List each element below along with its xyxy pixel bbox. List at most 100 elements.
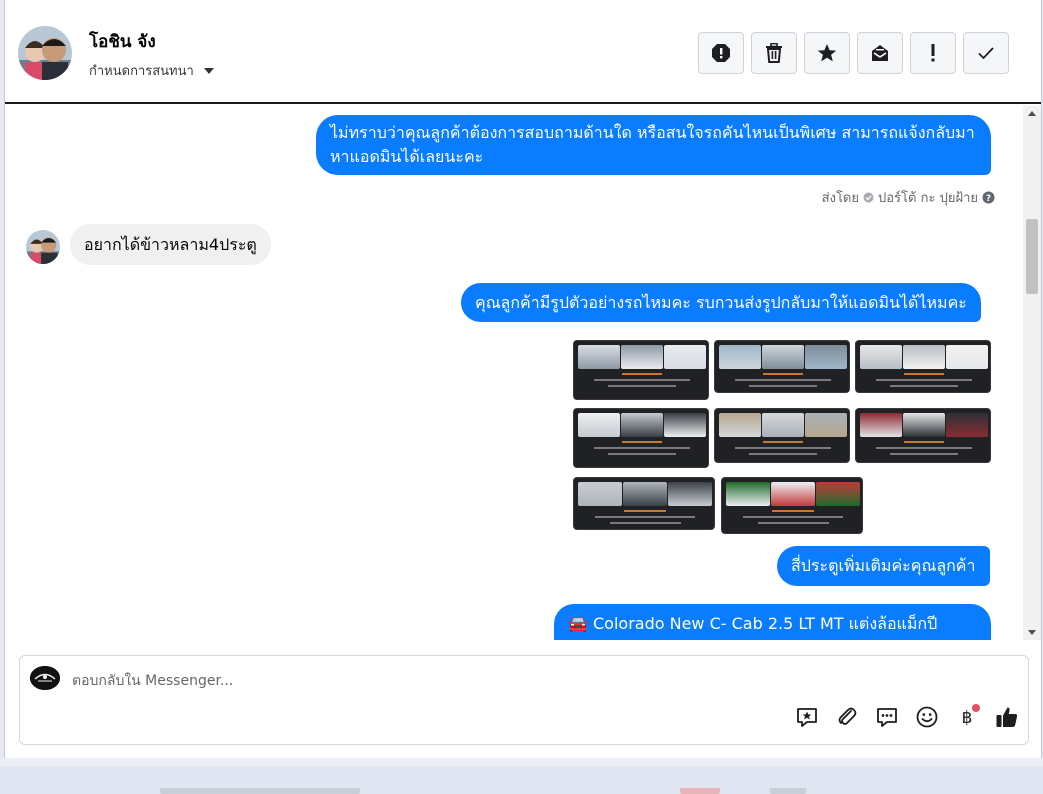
listing-text-line [890,385,958,387]
listing-text-line [623,510,667,512]
thread-scrollbar[interactable] [1023,106,1041,640]
listing-text-line [594,379,690,381]
page-logo [30,666,60,690]
composer-tools: ฿ [794,704,1020,730]
conversation-settings-dropdown[interactable]: กำหนดการสนทนา [89,60,214,81]
car-photo [719,413,761,437]
sent-by-prefix: ส่งโดย [821,191,859,206]
message-bubble-incoming: อยากได้ข้าวหลาม4ประตู [70,224,271,265]
contact-name: โอชิน จัง [89,32,156,52]
car-image-thumbnail[interactable] [855,408,991,463]
listing-text-line [735,379,831,381]
listing-text-line [749,385,817,387]
important-icon [931,44,935,62]
message-bubble-outgoing: คุณลูกค้ามีรูปตัวอย่างรถไหมคะ รบกวนส่งรู… [461,283,981,322]
mark-important-button[interactable] [910,32,956,74]
attach-file-button[interactable] [834,704,860,730]
quick-replies-button[interactable] [874,704,900,730]
star-button[interactable] [804,32,850,74]
scroll-up-arrow-icon[interactable] [1028,111,1036,116]
car-photo [719,345,761,369]
car-photo [805,345,847,369]
verified-icon [863,192,874,203]
car-photo [668,482,712,506]
car-image-thumbnail[interactable] [573,477,715,530]
report-spam-button[interactable] [698,32,744,74]
caret-down-icon [203,67,214,74]
car-image-thumbnail[interactable] [721,477,863,534]
reply-input[interactable] [72,670,772,692]
conversation-settings-label: กำหนดการสนทนา [89,64,194,79]
car-photo [762,413,804,437]
car-photo [805,413,847,437]
listing-text-line [749,453,817,455]
taskbar-item[interactable] [160,788,360,794]
car-photo [762,345,804,369]
car-photo [578,345,620,369]
listing-text-line [608,453,676,455]
conversation-header: โอชิน จัง กำหนดการสนทนา [5,0,1041,104]
listing-text-line [903,373,945,375]
send-like-button[interactable] [994,704,1020,730]
sent-by-label: ส่งโดย ปอร์โต้ กะ ปุยฝ้าย ? [822,187,995,208]
notification-dot [972,704,980,712]
car-image-thumbnail[interactable] [573,408,709,468]
listing-text-line [609,522,681,524]
scrollbar-thumb[interactable] [1026,219,1038,294]
listing-text-line [903,441,945,443]
attachment-icon [838,707,857,725]
car-photo [664,413,706,437]
car-image-thumbnail[interactable] [714,408,850,463]
listing-text-line [771,510,815,512]
contact-avatar-small[interactable] [26,230,60,264]
conversation-toolbar [698,32,1009,74]
emoji-icon [916,706,938,728]
car-photo [860,413,902,437]
listing-text-line [757,522,829,524]
taskbar-item[interactable] [680,788,720,794]
done-check-icon [978,47,994,60]
listing-text-line [595,516,695,518]
car-image-thumbnail[interactable] [714,340,850,393]
listing-text-line [743,516,843,518]
listing-text-line [594,447,690,449]
message-thread: ไม่ทราบว่าคุณลูกค้าต้องการสอบถามด้านใด ห… [5,106,1041,640]
car-image-thumbnail[interactable] [573,340,709,400]
car-image-thumbnail[interactable] [855,340,991,393]
listing-text-line [876,447,972,449]
trash-icon [766,43,782,63]
help-icon[interactable]: ? [982,191,995,204]
saved-reply-button[interactable] [794,704,820,730]
scroll-down-arrow-icon[interactable] [1028,630,1036,635]
car-photo [726,482,770,506]
emoji-button[interactable] [914,704,940,730]
car-photo [946,413,988,437]
svg-text:฿: ฿ [962,708,973,728]
car-photo [664,345,706,369]
car-photo [946,345,988,369]
listing-text-line [876,379,972,381]
car-photo [816,482,860,506]
car-photo [860,345,902,369]
payment-button[interactable]: ฿ [954,704,980,730]
car-photo [621,345,663,369]
listing-text-line [890,453,958,455]
taskbar-item[interactable] [770,788,806,794]
svg-text:?: ? [986,194,991,204]
listing-text-line [762,373,804,375]
mark-done-button[interactable] [963,32,1009,74]
car-photo [623,482,667,506]
mark-unread-button[interactable] [857,32,903,74]
listing-text-line [608,385,676,387]
thumbs-up-icon [996,707,1018,727]
report-icon [712,44,730,62]
car-photo [578,413,620,437]
os-taskbar [0,758,1043,794]
messenger-window: โอชิน จัง กำหนดการสนทนา ไม่ทราบว่าคุณลูก… [4,0,1042,758]
listing-text-line [762,441,804,443]
listing-text-line [735,447,831,449]
contact-avatar[interactable] [18,26,72,80]
message-bubble-outgoing: สี่ประตูเพิ่มเติมค่ะคุณลูกค้า [777,546,990,586]
message-bubble-outgoing: 🚘 Colorado New C- Cab 2.5 LT MT แต่งล้อแ… [554,604,991,640]
delete-button[interactable] [751,32,797,74]
